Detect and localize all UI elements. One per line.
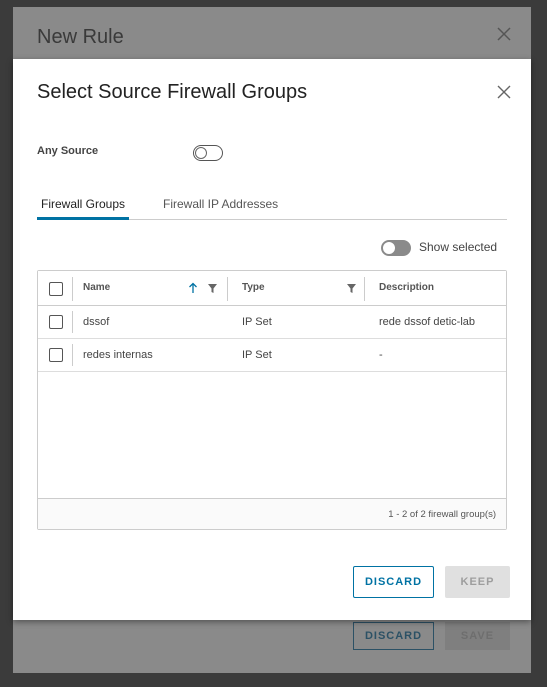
column-divider — [227, 277, 228, 301]
grid-footer: 1 - 2 of 2 firewall group(s) — [38, 498, 506, 529]
column-header-description[interactable]: Description — [379, 282, 434, 293]
background-discard-button: DISCARD — [353, 622, 434, 650]
close-icon — [497, 27, 511, 41]
cell-description: rede dssof detic-lab — [379, 316, 475, 328]
row-checkbox[interactable] — [49, 315, 63, 329]
show-selected-toggle[interactable] — [381, 240, 411, 256]
column-divider — [72, 277, 73, 301]
cell-type: IP Set — [242, 349, 272, 361]
keep-button[interactable]: KEEP — [445, 566, 510, 598]
column-header-name[interactable]: Name — [83, 282, 110, 293]
any-source-label: Any Source — [37, 145, 99, 157]
cell-description: - — [379, 349, 383, 361]
column-divider — [364, 277, 365, 301]
cell-name: dssof — [83, 316, 110, 328]
sort-ascending-icon[interactable] — [188, 282, 198, 294]
tab-bar: Firewall Groups Firewall IP Addresses — [37, 196, 507, 220]
cell-name: redes internas — [83, 349, 153, 361]
row-checkbox[interactable] — [49, 348, 63, 362]
background-save-button: SAVE — [445, 622, 510, 650]
tab-firewall-groups[interactable]: Firewall Groups — [37, 196, 130, 220]
any-source-toggle[interactable] — [193, 145, 223, 161]
show-selected-label: Show selected — [419, 240, 498, 254]
select-all-checkbox[interactable] — [49, 282, 63, 296]
filter-icon[interactable] — [208, 284, 217, 293]
column-divider — [72, 311, 73, 333]
toggle-knob — [383, 242, 395, 254]
pagination-text: 1 - 2 of 2 firewall group(s) — [388, 509, 496, 520]
firewall-groups-grid: Name Type Description dssof IP Set rede … — [37, 270, 507, 530]
table-row[interactable]: dssof IP Set rede dssof detic-lab — [38, 306, 506, 339]
filter-icon[interactable] — [347, 284, 356, 293]
toggle-knob — [195, 147, 207, 159]
column-divider — [72, 344, 73, 366]
select-source-firewall-groups-modal: Select Source Firewall Groups Any Source… — [13, 59, 531, 620]
grid-header: Name Type Description — [38, 271, 506, 306]
column-header-type[interactable]: Type — [242, 282, 265, 293]
cell-type: IP Set — [242, 316, 272, 328]
modal-title: Select Source Firewall Groups — [37, 81, 308, 103]
background-dialog-title: New Rule — [37, 26, 124, 48]
discard-button[interactable]: DISCARD — [353, 566, 434, 598]
close-icon[interactable] — [497, 85, 511, 99]
table-row[interactable]: redes internas IP Set - — [38, 339, 506, 372]
tab-firewall-ip-addresses[interactable]: Firewall IP Addresses — [163, 196, 278, 220]
